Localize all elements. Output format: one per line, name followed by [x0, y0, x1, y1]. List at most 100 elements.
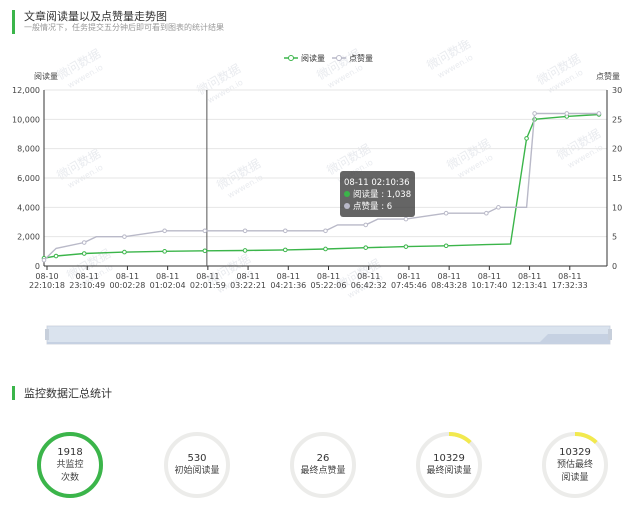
y-right-tick-label: 15	[612, 174, 622, 183]
data-point[interactable]	[162, 228, 167, 234]
data-point[interactable]	[81, 251, 87, 256]
stat-ring: 530 初始阅读量	[162, 430, 232, 500]
stat-value: 10329	[433, 453, 465, 464]
data-point[interactable]	[122, 249, 127, 255]
watermark-layer: 微问数据wwwen.io 微问数据wwwen.io 微问数据wwwen.io 微问数据…	[54, 40, 605, 300]
slider-window[interactable]	[47, 326, 610, 344]
y-right-tick-label: 20	[612, 145, 622, 154]
data-point[interactable]	[363, 245, 369, 250]
series-layer[interactable]	[41, 111, 602, 263]
legend-label: 点赞量	[349, 53, 373, 63]
x-tick-date: 08-11	[397, 272, 420, 281]
data-point[interactable]	[443, 210, 449, 216]
y-right-tick-label: 0	[612, 262, 617, 271]
y-left-tick-label: 8,000	[17, 145, 40, 154]
data-point[interactable]	[403, 244, 409, 249]
slider-handle-left[interactable]	[45, 329, 49, 340]
x-tick-time: 04:21:36	[270, 281, 306, 290]
stat-value: 26	[316, 453, 330, 464]
data-point[interactable]	[242, 228, 248, 234]
data-point[interactable]	[484, 210, 489, 216]
data-point[interactable]	[162, 249, 167, 254]
y-left-tick-label: 4,000	[17, 203, 40, 212]
data-point[interactable]	[363, 222, 369, 228]
data-point[interactable]	[496, 205, 501, 210]
stat-ring: 1918 共监控次数	[35, 430, 105, 500]
data-point[interactable]	[282, 247, 288, 253]
y-right-axis-title: 点赞量	[596, 71, 620, 81]
watermark: 微问数据wwwen.io	[314, 46, 365, 91]
data-point[interactable]	[596, 111, 602, 116]
x-tick-time: 17:32:33	[552, 281, 588, 290]
y-right-tick-label: 30	[612, 86, 622, 95]
x-tick-time: 06:42:32	[351, 281, 387, 290]
tooltip-row: 阅读量 : 1,038	[353, 189, 411, 200]
y-left-tick-label: 12,000	[12, 86, 40, 95]
data-point[interactable]	[81, 240, 87, 245]
x-tick-date: 08-11	[76, 272, 99, 281]
data-point[interactable]	[532, 111, 537, 116]
slider-handle-right[interactable]	[608, 329, 612, 340]
x-tick-date: 08-11	[156, 272, 179, 281]
tooltip-marker	[344, 191, 350, 197]
data-point[interactable]	[202, 228, 208, 234]
stat-label: 共监控	[56, 459, 84, 470]
data-point[interactable]	[53, 253, 59, 259]
x-tick-date: 08-11	[116, 272, 139, 281]
x-tick-date: 08-11	[196, 272, 219, 281]
tooltip-marker	[344, 203, 350, 209]
stat-label: 最终阅读量	[426, 466, 472, 476]
x-tick-time: 05:22:06	[311, 281, 347, 290]
y-left-tick-label: 6,000	[17, 174, 40, 183]
watermark: 微问数据wwwen.io	[424, 40, 475, 80]
data-point[interactable]	[403, 216, 409, 222]
trend-chart[interactable]: 微问数据wwwen.io 微问数据wwwen.io 微问数据wwwen.io 微问数据…	[0, 40, 640, 400]
x-tick-date: 08-11	[518, 272, 541, 281]
stat-text: 26 最终点赞量	[288, 430, 358, 500]
x-tick-date: 08-11	[478, 272, 501, 281]
x-tick-time: 03:22:21	[230, 281, 266, 290]
y-left-tick-label: 0	[35, 262, 40, 271]
y-right-tick-label: 5	[612, 233, 617, 242]
section-accent-bar	[12, 386, 15, 400]
y-left-tick-label: 2,000	[17, 233, 40, 242]
stat-label: 次数	[60, 472, 79, 483]
stat-ring: 10329 最终阅读量	[414, 430, 484, 500]
x-tick-time: 22:10:18	[29, 281, 65, 290]
data-point[interactable]	[443, 243, 449, 249]
data-point[interactable]	[242, 248, 248, 253]
legend-marker	[288, 55, 294, 61]
x-tick-date: 08-11	[438, 272, 461, 281]
x-tick-date: 08-11	[277, 272, 300, 281]
stat-text: 530 初始阅读量	[162, 430, 232, 500]
x-tick-date: 08-11	[558, 272, 581, 281]
data-point[interactable]	[524, 136, 529, 141]
stat-label: 预估最终	[556, 459, 593, 470]
data-point[interactable]	[323, 246, 328, 252]
y-right-tick-label: 10	[612, 203, 622, 212]
tooltip-time: 08-11 02:10:36	[344, 178, 410, 188]
watermark: 微问数据wwwen.io	[54, 146, 105, 191]
stat-text: 10329 预估最终 阅读量	[540, 430, 610, 500]
legend-item[interactable]: 阅读量	[284, 53, 325, 63]
stat-value: 530	[187, 453, 207, 464]
data-point[interactable]	[282, 228, 288, 234]
watermark: 微问数据wwwen.io	[54, 46, 105, 91]
x-tick-time: 01:02:04	[150, 281, 186, 290]
data-point[interactable]	[564, 111, 570, 116]
summary-title: 监控数据汇总统计	[24, 387, 112, 400]
series-line-likes[interactable]	[43, 112, 599, 261]
data-point[interactable]	[122, 234, 127, 239]
section-accent-bar	[12, 10, 15, 34]
data-point[interactable]	[41, 257, 47, 263]
y-left-tick-label: 10,000	[12, 115, 40, 124]
stat-value: 1918	[57, 446, 83, 458]
data-point[interactable]	[202, 248, 208, 254]
x-tick-time: 10:17:40	[471, 281, 507, 290]
data-zoom-slider[interactable]	[45, 325, 612, 345]
stat-value: 10329	[559, 446, 591, 458]
summary-stats: 1918 共监控 次数 530 初始阅读量 26 最终点赞量 10329 最终阅读量 10329 预…	[0, 430, 640, 500]
tooltip: 08-11 02:10:36阅读量 : 1,038点赞量 : 6	[340, 171, 415, 217]
data-point[interactable]	[323, 228, 328, 234]
x-tick-date: 08-11	[317, 272, 340, 281]
